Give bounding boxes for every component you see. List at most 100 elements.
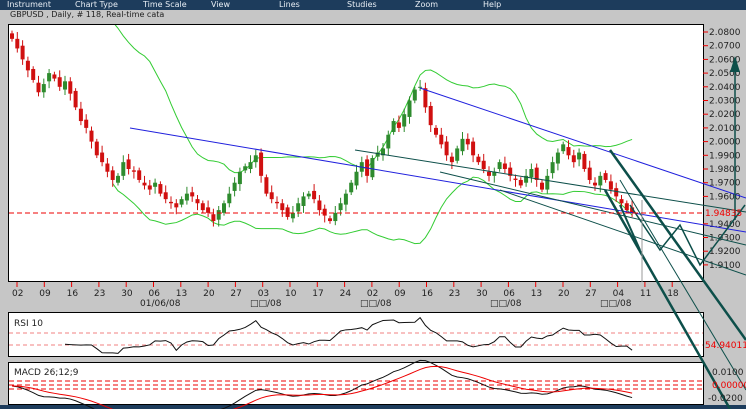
candle bbox=[476, 153, 481, 165]
price-tick-label: 2.0000 bbox=[709, 138, 741, 148]
candle bbox=[269, 185, 274, 204]
candle bbox=[534, 163, 539, 187]
date-tick-label: 27 bbox=[230, 289, 241, 299]
candle bbox=[529, 163, 534, 183]
candle bbox=[131, 166, 136, 179]
date-tick-label: 16 bbox=[422, 289, 434, 299]
date-tick-label: 06 bbox=[149, 289, 161, 299]
date-tick-label: 04 bbox=[613, 289, 625, 299]
candle bbox=[116, 173, 120, 186]
candle bbox=[593, 177, 597, 191]
date-tick-label: 30 bbox=[121, 289, 133, 299]
candle bbox=[68, 77, 73, 101]
candle bbox=[391, 118, 396, 135]
date-tick-label: 06 bbox=[503, 289, 515, 299]
candle bbox=[20, 40, 25, 65]
candle bbox=[41, 78, 46, 98]
candle bbox=[343, 189, 348, 212]
candle bbox=[142, 175, 147, 190]
macd-value: 0.00000 bbox=[712, 381, 746, 391]
date-tick-label: 09 bbox=[39, 289, 51, 299]
candle bbox=[566, 140, 571, 160]
candle bbox=[455, 145, 460, 164]
date-axis: 02 09 16 23 30 06 13 20 27 03 10 17 24 02 09 16 23 30 06 13… bbox=[12, 282, 679, 309]
macd-tick: 0.0100 bbox=[712, 368, 744, 378]
price-tick-label: 2.0800 bbox=[709, 28, 741, 38]
candle bbox=[614, 182, 619, 202]
candle bbox=[259, 148, 264, 183]
candle bbox=[381, 142, 385, 161]
date-tick-label: 02 bbox=[12, 289, 23, 299]
candle bbox=[126, 153, 131, 175]
candle bbox=[169, 196, 173, 209]
candle bbox=[354, 164, 359, 190]
candle bbox=[184, 186, 189, 205]
candle bbox=[47, 68, 52, 89]
date-tick-label: 20 bbox=[203, 289, 215, 299]
month-label: □□/08 bbox=[360, 299, 392, 309]
candle bbox=[449, 152, 454, 169]
candle bbox=[296, 197, 301, 217]
month-label: □□/08 bbox=[490, 299, 522, 309]
candle bbox=[407, 96, 412, 124]
candle bbox=[603, 170, 608, 183]
candle bbox=[285, 204, 290, 220]
date-tick-label: 09 bbox=[394, 289, 406, 299]
candle bbox=[513, 174, 518, 187]
candle bbox=[396, 115, 401, 133]
candle bbox=[550, 156, 555, 179]
candle bbox=[31, 66, 36, 83]
candle bbox=[153, 178, 158, 194]
candle bbox=[333, 205, 338, 226]
bollinger-lower bbox=[112, 176, 633, 245]
bollinger-bands bbox=[112, 25, 633, 245]
price-tick-label: 1.9800 bbox=[709, 165, 741, 175]
date-tick-label: 03 bbox=[258, 289, 269, 299]
candle bbox=[73, 88, 78, 111]
candle bbox=[63, 75, 67, 96]
date-tick-label: 23 bbox=[449, 289, 460, 299]
month-label: □□/08 bbox=[600, 299, 632, 309]
date-tick-label: 17 bbox=[312, 289, 323, 299]
candle bbox=[227, 186, 232, 208]
channel-line bbox=[354, 149, 746, 213]
candle bbox=[540, 179, 544, 193]
candle bbox=[275, 196, 279, 209]
fan-line bbox=[619, 204, 641, 251]
candle bbox=[237, 167, 242, 191]
candle bbox=[306, 190, 311, 200]
price-tick-label: 1.9600 bbox=[709, 192, 741, 202]
date-tick-label: 13 bbox=[176, 289, 187, 299]
price-tick-label: 2.0400 bbox=[709, 83, 741, 93]
candle bbox=[232, 177, 237, 197]
candle bbox=[84, 114, 89, 134]
date-tick-label: 11 bbox=[640, 289, 651, 299]
candle bbox=[444, 136, 449, 161]
candle bbox=[15, 32, 20, 53]
candle bbox=[487, 166, 491, 182]
candle bbox=[179, 196, 184, 208]
candle bbox=[280, 199, 285, 217]
candle bbox=[57, 70, 62, 91]
candle bbox=[206, 200, 211, 217]
candle bbox=[290, 205, 295, 223]
price-tick-label: 1.9100 bbox=[709, 261, 741, 271]
macd-tick: -0.0200 bbox=[708, 394, 743, 404]
price-tick-label: 1.9200 bbox=[709, 247, 741, 257]
trend-lines[interactable] bbox=[129, 56, 746, 409]
chart-overlay: 2.08002.07002.06002.05002.04002.03002.02… bbox=[9, 25, 746, 409]
candle bbox=[508, 162, 513, 182]
date-tick-label: 30 bbox=[476, 289, 488, 299]
macd-signal-line bbox=[11, 365, 633, 409]
candle bbox=[195, 195, 200, 211]
candle bbox=[370, 155, 375, 180]
candle bbox=[264, 174, 269, 197]
candle bbox=[216, 205, 221, 227]
rsi-line bbox=[64, 316, 633, 354]
macd-label: MACD 26;12;9 bbox=[14, 368, 79, 378]
candle bbox=[561, 141, 566, 154]
candle bbox=[587, 160, 592, 185]
candle bbox=[317, 195, 322, 216]
candle bbox=[94, 138, 99, 159]
bollinger-upper bbox=[114, 25, 633, 174]
